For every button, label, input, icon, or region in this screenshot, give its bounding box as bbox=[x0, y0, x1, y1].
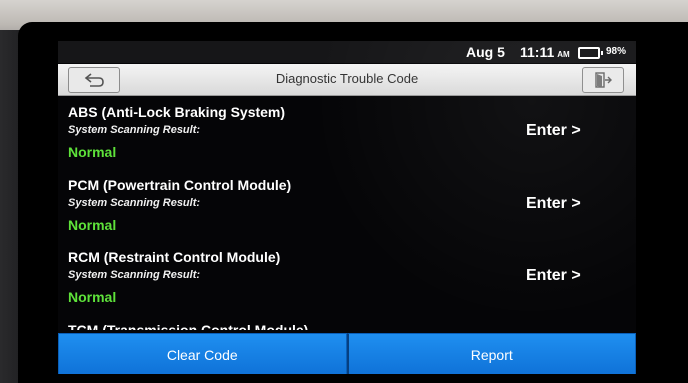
status-time: 11:11 AM bbox=[520, 44, 570, 60]
list-item[interactable]: PCM (Powertrain Control Module) System S… bbox=[58, 169, 636, 241]
module-status: Normal bbox=[68, 217, 117, 233]
status-ampm: AM bbox=[557, 50, 570, 59]
battery-percent: 98% bbox=[606, 46, 627, 57]
clear-code-button[interactable]: Clear Code bbox=[58, 333, 347, 374]
report-button[interactable]: Report bbox=[346, 333, 636, 374]
module-name: PCM (Powertrain Control Module) bbox=[68, 177, 292, 193]
module-name: ABS (Anti-Lock Braking System) bbox=[68, 104, 286, 120]
page-title: Diagnostic Trouble Code bbox=[275, 71, 419, 86]
title-bar: Diagnostic Trouble Code bbox=[58, 64, 636, 96]
enter-button[interactable]: Enter > bbox=[526, 195, 581, 213]
list-item[interactable]: ABS (Anti-Lock Braking System) System Sc… bbox=[58, 96, 636, 168]
module-subtitle: System Scanning Result: bbox=[68, 269, 201, 281]
module-name: RCM (Restraint Control Module) bbox=[68, 249, 281, 265]
status-date: Aug 5 bbox=[466, 44, 505, 60]
module-status: Normal bbox=[68, 144, 117, 160]
exit-icon bbox=[595, 72, 612, 88]
bottom-toolbar: Clear Code Report bbox=[58, 333, 636, 374]
battery-icon bbox=[578, 47, 603, 59]
module-list: ABS (Anti-Lock Braking System) System Sc… bbox=[58, 96, 636, 336]
screen: Aug 5 11:11 AM 98% Diagnostic Trouble Cod… bbox=[58, 41, 636, 374]
list-item[interactable]: RCM (Restraint Control Module) System Sc… bbox=[58, 241, 636, 313]
module-subtitle: System Scanning Result: bbox=[68, 197, 201, 209]
status-time-value: 11:11 bbox=[520, 44, 555, 60]
enter-button[interactable]: Enter > bbox=[526, 122, 581, 140]
enter-button[interactable]: Enter > bbox=[526, 267, 581, 285]
exit-button[interactable] bbox=[582, 67, 624, 93]
partial-list-item[interactable]: TCM (Transmission Control Module) bbox=[68, 322, 308, 330]
status-bar: Aug 5 11:11 AM 98% bbox=[58, 41, 636, 63]
module-subtitle: System Scanning Result: bbox=[68, 124, 201, 136]
module-status: Normal bbox=[68, 289, 117, 305]
